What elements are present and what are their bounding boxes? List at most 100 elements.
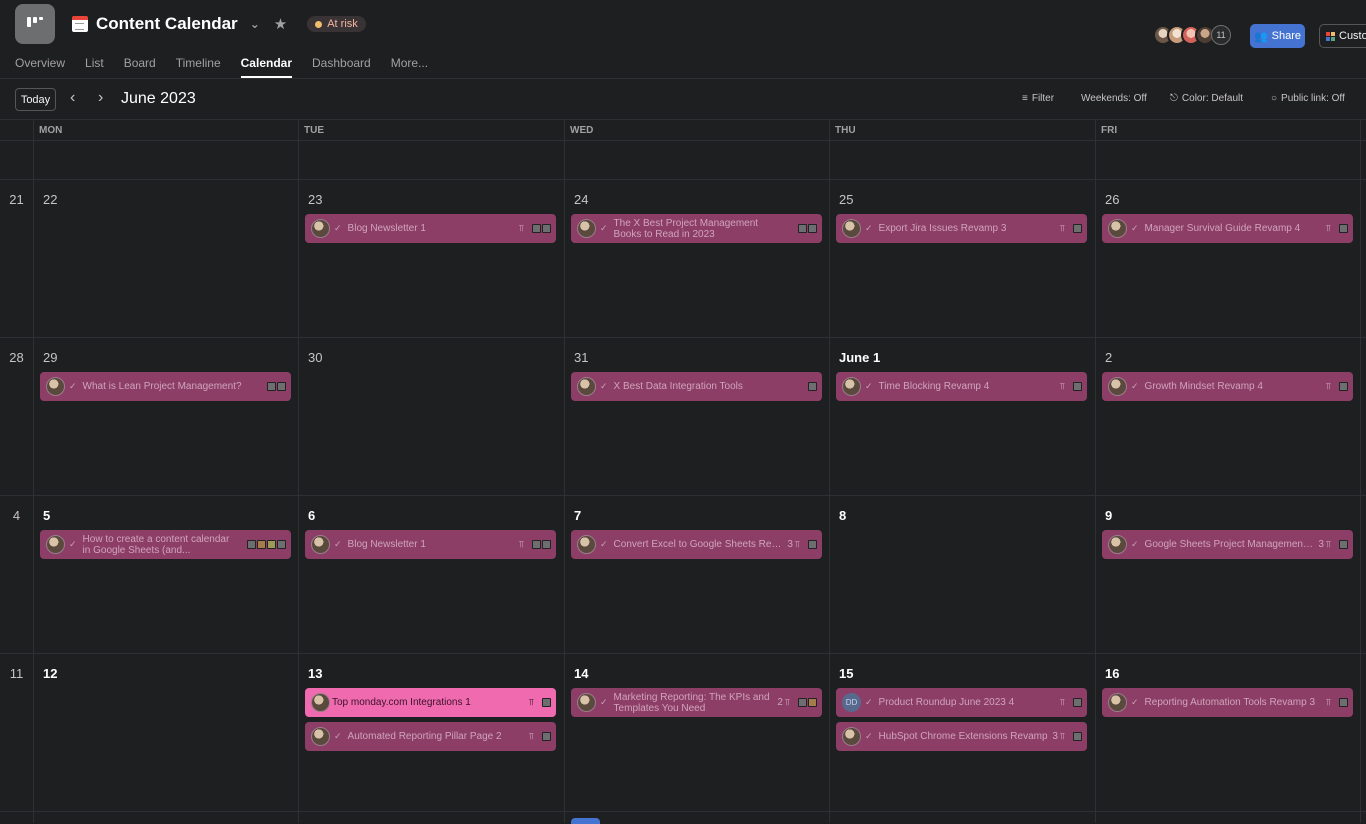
checkmark-icon[interactable]: ✓ [865,697,873,708]
tab-timeline[interactable]: Timeline [176,56,221,78]
tab-calendar[interactable]: Calendar [240,56,293,78]
day-number[interactable]: 14 [574,666,588,681]
task-card[interactable]: ✓ What is Lean Project Management? [40,372,291,401]
task-card[interactable]: ✓ Blog Newsletter 1 ⫪ [305,214,556,243]
assignee-avatar [311,693,330,712]
custom-field-icons [1339,224,1348,233]
task-card[interactable]: DD ✓ Product Roundup June 2023 4 ⫪ [836,688,1087,717]
day-number[interactable]: 12 [43,666,57,681]
weekends-toggle[interactable]: Weekends: Off [1081,93,1147,104]
status-dot-icon [315,20,323,28]
checkmark-icon[interactable]: ✓ [1131,539,1139,550]
day-number[interactable]: June 1 [839,350,880,365]
checkmark-icon[interactable]: ✓ [600,381,608,392]
checkmark-icon[interactable]: ✓ [334,731,342,742]
day-number[interactable]: 2 [1105,350,1112,365]
day-number[interactable]: 13 [308,666,322,681]
checkmark-icon[interactable]: ✓ [600,539,608,550]
task-card[interactable]: ✓ The X Best Project Management Books to … [571,214,822,243]
task-meta [241,540,286,549]
tab-list[interactable]: List [85,56,104,78]
task-card[interactable]: ✓ HubSpot Chrome Extensions Revamp 3 ⫪ [836,722,1087,751]
chevron-right-icon[interactable]: › [98,89,103,107]
task-card[interactable]: ✓ Reporting Automation Tools Revamp 3 ⫪ [1102,688,1353,717]
field-square-icon [808,540,817,549]
tab-overview[interactable]: Overview [15,56,65,78]
task-card[interactable]: ✓ Automated Reporting Pillar Page 2 ⫪ [305,722,556,751]
day-number[interactable]: 22 [43,192,57,207]
task-card[interactable]: ✓ Time Blocking Revamp 4 ⫪ [836,372,1087,401]
day-number[interactable]: 25 [839,192,853,207]
assignee-avatar [842,219,861,238]
column-divider [298,120,299,823]
day-number[interactable]: 31 [574,350,588,365]
checkmark-icon[interactable]: ✓ [600,697,608,708]
task-card[interactable]: ✓ Manager Survival Guide Revamp 4 ⫪ [1102,214,1353,243]
checkmark-icon[interactable]: ✓ [865,223,873,234]
field-square-icon [808,698,817,707]
project-title[interactable]: Content Calendar [96,14,238,34]
today-button[interactable]: Today [15,88,56,111]
task-card[interactable]: ✓ Google Sheets Project Management Revamp… [1102,530,1353,559]
day-number[interactable]: 16 [1105,666,1119,681]
checkmark-icon[interactable]: ✓ [334,539,342,550]
color-button[interactable]: ⎋ Color: Default [1170,93,1243,104]
day-number[interactable]: 30 [308,350,322,365]
checkmark-icon[interactable]: ✓ [1131,697,1139,708]
customize-button[interactable]: Custo [1319,24,1366,48]
assignee-avatar [842,377,861,396]
checkmark-icon[interactable]: ✓ [69,539,77,550]
project-tabs: Overview List Board Timeline Calendar Dashboa… [15,56,428,78]
project-icon[interactable] [15,4,55,44]
checkmark-icon[interactable]: ✓ [865,381,873,392]
column-divider [564,120,565,823]
share-button[interactable]: 👥 Share [1250,24,1305,48]
field-square-icon [542,698,551,707]
task-meta: ⫪ [1326,697,1348,708]
subtask-count: 3 [1318,539,1324,550]
day-number[interactable]: 24 [574,192,588,207]
task-meta: ⫪ [529,697,551,708]
day-number[interactable]: 6 [308,508,315,523]
day-number[interactable]: 9 [1105,508,1112,523]
checkmark-icon[interactable]: ✓ [1131,223,1139,234]
star-icon[interactable]: ★ [274,15,287,33]
task-name: What is Lean Project Management? [82,381,242,392]
checkmark-icon[interactable]: ✓ [600,223,608,234]
public-link-button[interactable]: ○ Public link: Off [1271,93,1345,104]
task-card[interactable]: ✓ How to create a content calendar in Goo… [40,530,291,559]
filter-button[interactable]: ≡ Filter [1022,93,1054,104]
task-card[interactable]: ✓Top monday.com Integrations 1⫪ [305,688,556,717]
checkmark-icon[interactable]: ✓ [865,731,873,742]
chevron-down-icon[interactable]: ⌄ [250,17,260,31]
task-card[interactable]: ✓ Growth Mindset Revamp 4 ⫪ [1102,372,1353,401]
task-card[interactable]: ✓ X Best Data Integration Tools [571,372,822,401]
member-avatars[interactable]: 11 [1153,25,1231,45]
tab-dashboard[interactable]: Dashboard [312,56,371,78]
checkmark-icon[interactable]: ✓ [334,223,342,234]
field-square-icon [247,540,256,549]
task-card[interactable]: ✓ Blog Newsletter 1 ⫪ [305,530,556,559]
chevron-left-icon[interactable]: ‹ [70,89,75,107]
task-name: Growth Mindset Revamp 4 [1144,381,1263,392]
subtask-icon: ⫪ [1059,731,1065,741]
task-card[interactable]: ✓ Export Jira Issues Revamp 3 ⫪ [836,214,1087,243]
status-badge[interactable]: At risk [307,16,366,32]
checkmark-icon[interactable]: ✓ [69,381,77,392]
day-number[interactable]: 5 [43,508,50,523]
day-number[interactable]: 23 [308,192,322,207]
assignee-avatar [311,727,330,746]
day-number[interactable]: 29 [43,350,57,365]
day-number[interactable]: 15 [839,666,853,681]
day-number[interactable]: 8 [839,508,846,523]
day-number[interactable]: 7 [574,508,581,523]
task-card[interactable]: ✓ Marketing Reporting: The KPIs and Templ… [571,688,822,717]
tab-board[interactable]: Board [124,56,156,78]
task-card[interactable]: ✓ Convert Excel to Google Sheets Revamp 3 ⫪ [571,530,822,559]
tab-more[interactable]: More... [391,56,428,78]
day-number[interactable]: 26 [1105,192,1119,207]
task-meta: 2 ⫪ [777,697,817,708]
task-meta: ⫪ [519,539,551,550]
task-name: Marketing Reporting: The KPIs and Templa… [613,691,770,714]
checkmark-icon[interactable]: ✓ [1131,381,1139,392]
